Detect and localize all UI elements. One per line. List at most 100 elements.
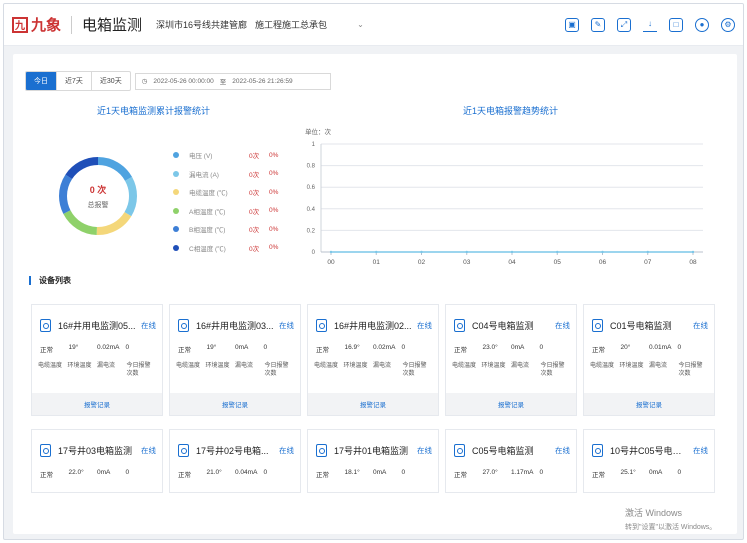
device-card[interactable]: 16#井用电监测02... 在线 正常 16.9° 0.02mA 0 电缆温度 环境温度 漏电流… xyxy=(307,304,439,416)
legend-dot xyxy=(173,207,179,214)
alarm-record-button[interactable]: 报警记录 xyxy=(584,393,714,415)
device-card[interactable]: 17号井03电箱监测 在线 正常 22.0° 0mA 0 xyxy=(31,429,163,493)
box-icon[interactable]: □ xyxy=(669,17,683,32)
electric-box-icon xyxy=(40,443,51,457)
device-value-label: 今日报警次数 xyxy=(264,363,289,377)
project-selector[interactable]: 深圳市16号线共建管廊 施工程施工总承包 ⌄ xyxy=(156,18,364,31)
tab-today[interactable]: 今日 xyxy=(26,72,57,90)
device-card[interactable]: 16#井用电监测03... 在线 正常 19° 0mA 0 电缆温度 环境温度 漏电流 今日报警次… xyxy=(169,304,301,416)
x-tick-label: 07 xyxy=(644,259,652,266)
device-value: 正常 xyxy=(316,347,329,354)
device-value-label: 环境温度 xyxy=(343,363,368,369)
device-value: 正常 xyxy=(40,347,53,354)
device-values: 正常 25.1° 0mA 0 xyxy=(584,460,714,479)
x-tick-label: 06 xyxy=(599,259,607,266)
device-value-labels: 电缆温度 环境温度 漏电流 今日报警次数 xyxy=(308,354,438,378)
edit-icon[interactable]: ✎ xyxy=(591,17,605,32)
device-value-label: 电缆温度 xyxy=(314,363,339,369)
device-name: C01号电箱监测 xyxy=(610,320,672,331)
legend-item: 电压 (V) 0次 0% xyxy=(173,146,278,165)
fullscreen-icon[interactable]: ⤢ xyxy=(617,17,631,32)
data-point xyxy=(646,250,649,254)
settings-icon[interactable]: ⚙ xyxy=(721,17,735,32)
monitor-icon[interactable]: ▣ xyxy=(565,17,579,32)
status-badge: 在线 xyxy=(555,320,570,330)
device-values: 正常 21.0° 0.04mA 0 xyxy=(170,460,300,479)
device-card-list: 16#井用电监测05... 在线 正常 19° 0.02mA 0 电缆温度 环境温度 漏电流 今日… xyxy=(31,304,719,534)
device-value-label: 漏电流 xyxy=(649,363,668,369)
device-value: 正常 xyxy=(316,472,329,479)
electric-box-icon xyxy=(454,443,465,457)
legend-name: C相温度 (℃) xyxy=(189,245,226,253)
legend-item: C相温度 (℃) 0次 0% xyxy=(173,239,278,258)
device-name: 10号井C05号电箱... xyxy=(610,445,689,456)
device-value: 0 xyxy=(263,469,268,476)
device-card[interactable]: C05号电箱监测 在线 正常 27.0° 1.17mA 0 xyxy=(445,429,577,493)
alarm-record-button[interactable]: 报警记录 xyxy=(308,393,438,415)
device-value: 0 xyxy=(539,469,544,476)
device-value-labels: 电缆温度 环境温度 漏电流 今日报警次数 xyxy=(584,354,714,378)
tab-30days[interactable]: 近30天 xyxy=(92,72,130,90)
status-badge: 在线 xyxy=(693,445,708,455)
device-value: 0.01mA xyxy=(649,344,672,351)
data-point xyxy=(556,250,559,254)
device-name: 16#井用电监测05... xyxy=(58,320,136,331)
device-values: 正常 22.0° 0mA 0 xyxy=(32,460,162,479)
device-value-label: 今日报警次数 xyxy=(540,363,565,377)
legend-item: 电缆温度 (℃) 0次 0% xyxy=(173,183,278,202)
device-value: 正常 xyxy=(178,472,191,479)
alarm-record-button[interactable]: 报警记录 xyxy=(32,393,162,415)
device-value: 0.02mA xyxy=(97,344,120,351)
status-badge: 在线 xyxy=(279,445,294,455)
electric-box-icon xyxy=(316,318,327,332)
device-card-header: 16#井用电监测02... 在线 xyxy=(308,305,438,335)
data-point xyxy=(375,250,378,254)
device-card[interactable]: C04号电箱监测 在线 正常 23.0° 0mA 0 电缆温度 环境温度 漏电流 今日报警次数 报警… xyxy=(445,304,577,416)
device-card[interactable]: 16#井用电监测05... 在线 正常 19° 0.02mA 0 电缆温度 环境温度 漏电流 今日… xyxy=(31,304,163,416)
device-name: 16#井用电监测03... xyxy=(196,320,274,331)
legend-name: B相温度 (℃) xyxy=(189,227,226,235)
device-value: 0 xyxy=(401,344,406,351)
device-card[interactable]: C01号电箱监测 在线 正常 20° 0.01mA 0 电缆温度 环境温度 漏电流 今日报警次数报… xyxy=(583,304,715,416)
device-value: 0 xyxy=(401,469,406,476)
status-badge: 在线 xyxy=(141,320,156,330)
date-range-picker[interactable]: ◷ 2022-05-26 00:00:00 至 2022-05-26 21:26… xyxy=(134,72,331,90)
device-value: 正常 xyxy=(454,472,467,479)
filter-bar: 今日 近7天 近30天 ◷ 2022-05-26 00:00:00 至 2022… xyxy=(25,71,331,91)
device-value-label: 环境温度 xyxy=(481,363,506,369)
device-card[interactable]: 10号井C05号电箱... 在线正常 25.1° 0mA 0 xyxy=(583,429,715,493)
alarm-record-button[interactable]: 报警记录 xyxy=(170,393,300,415)
legend-pct: 0% xyxy=(269,188,279,196)
legend-count: 0次 xyxy=(249,208,260,216)
alarm-stats-title: 近1天电箱监测累计报警统计 xyxy=(97,106,211,116)
device-value: 20° xyxy=(620,344,631,351)
legend-pct: 0% xyxy=(269,207,279,215)
device-value: 22.0° xyxy=(68,469,84,476)
electric-box-icon xyxy=(40,318,51,332)
tab-7days[interactable]: 近7天 xyxy=(57,72,92,90)
x-tick-label: 00 xyxy=(327,259,335,266)
device-value: 1.17mA xyxy=(511,469,534,476)
device-value: 19° xyxy=(206,344,217,351)
device-value: 27.0° xyxy=(482,469,498,476)
alarm-record-button[interactable]: 报警记录 xyxy=(446,393,576,415)
download-icon[interactable]: ↓ xyxy=(643,18,657,32)
legend-pct: 0% xyxy=(269,170,279,178)
device-value-label: 电缆温度 xyxy=(590,363,615,369)
y-tick-label: 0.8 xyxy=(307,164,316,170)
trend-chart-svg: 单位：次 0 0.2 0.4 0.6 0.8 1 00 01 02 03 04 05 06 07 08 xyxy=(305,127,703,266)
device-card[interactable]: 17号井01电箱监测 在线 正常 18.1° 0mA 0 xyxy=(307,429,439,493)
device-value-label: 漏电流 xyxy=(97,363,116,369)
legend-pct: 0% xyxy=(269,151,279,159)
device-value: 正常 xyxy=(178,347,191,354)
date-separator: 至 xyxy=(219,79,227,86)
device-value: 0.04mA xyxy=(235,469,258,476)
legend-pct: 0% xyxy=(269,244,279,252)
device-card-header: 17号井03电箱监测 在线 xyxy=(32,430,162,460)
legend-item: B相温度 (℃) 0次 0% xyxy=(173,220,278,239)
user-icon[interactable]: ● xyxy=(695,17,709,32)
alarm-trend-chart: 单位：次 0 0.2 0.4 0.6 0.8 1 00 01 02 03 04 05 06 07 08 xyxy=(295,124,715,274)
device-name: C05号电箱监测 xyxy=(472,445,534,456)
device-value-labels: 电缆温度 环境温度 漏电流 今日报警次数 xyxy=(32,354,162,378)
device-card[interactable]: 17号井02号电箱... 在线 正常 21.0° 0.04mA 0 xyxy=(169,429,301,493)
